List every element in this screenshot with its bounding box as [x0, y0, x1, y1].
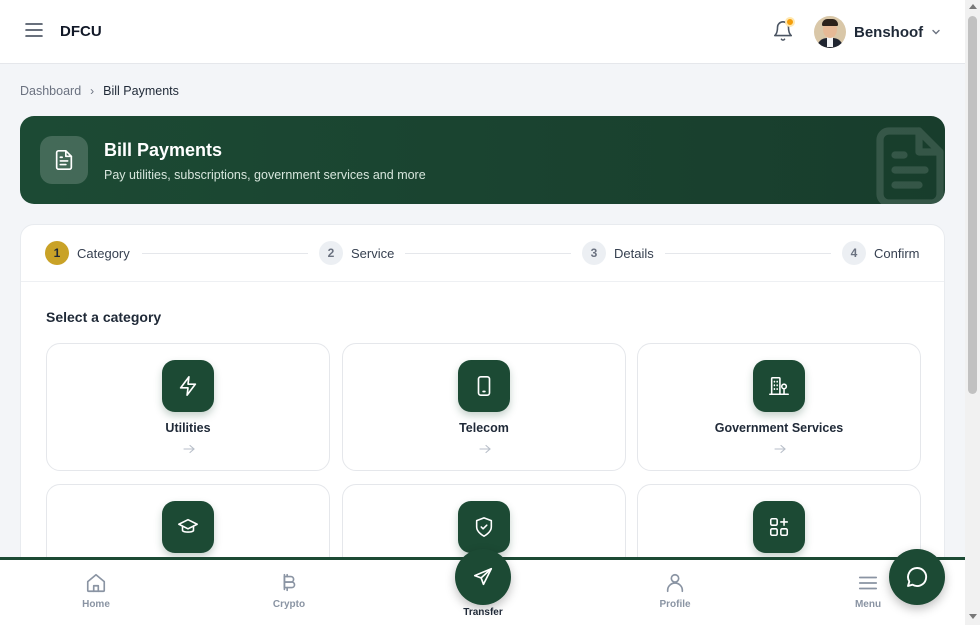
graduation-cap-icon [162, 501, 214, 553]
page-subtitle: Pay utilities, subscriptions, government… [104, 168, 426, 182]
top-bar: DFCU Benshoof [0, 0, 965, 64]
hero-banner: Bill Payments Pay utilities, subscriptio… [20, 116, 945, 204]
hamburger-icon[interactable] [24, 20, 44, 40]
step-label: Details [614, 245, 654, 261]
step-number: 4 [842, 241, 866, 265]
step-label: Category [77, 245, 130, 261]
shield-icon [458, 501, 510, 553]
category-government-services[interactable]: Government Services [637, 343, 921, 471]
breadcrumb: Dashboard › Bill Payments [20, 84, 179, 98]
nav-label: Menu [854, 599, 882, 610]
category-telecom[interactable]: Telecom [342, 343, 626, 471]
step-label: Confirm [874, 245, 920, 261]
apps-add-icon [753, 501, 805, 553]
step-number: 2 [319, 241, 343, 265]
bitcoin-icon [283, 573, 296, 592]
category-utilities[interactable]: Utilities [46, 343, 330, 471]
arrow-right-icon [479, 444, 491, 454]
step-number: 1 [45, 241, 69, 265]
category-label: Utilities [165, 421, 211, 435]
category-label: Telecom [459, 421, 509, 435]
document-icon [40, 136, 88, 184]
chevron-down-icon [932, 29, 940, 35]
nav-label[interactable]: Transfer [443, 607, 523, 618]
breadcrumb-current: Bill Payments [103, 84, 179, 98]
scrollbar[interactable] [965, 0, 980, 625]
page-title: Bill Payments [104, 140, 223, 160]
step-details[interactable]: 3 Details [582, 241, 654, 265]
document-watermark-icon [876, 127, 944, 204]
lightning-icon [162, 360, 214, 412]
user-menu[interactable]: Benshoof [814, 15, 941, 49]
step-confirm[interactable]: 4 Confirm [842, 241, 920, 265]
nav-label: Home [82, 599, 110, 610]
building-icon [753, 360, 805, 412]
user-name: Benshoof [854, 23, 924, 41]
nav-label: Crypto [272, 599, 306, 610]
nav-home[interactable]: Home [56, 572, 136, 610]
arrow-right-icon [183, 444, 195, 454]
step-connector [405, 253, 571, 254]
home-icon [86, 573, 106, 593]
breadcrumb-dashboard[interactable]: Dashboard [20, 84, 81, 98]
phone-icon [458, 360, 510, 412]
scroll-up-arrow[interactable] [969, 4, 977, 9]
category-label: Government Services [714, 421, 844, 435]
avatar [814, 16, 846, 48]
stepper: 1 Category 2 Service 3 Details 4 Confirm [21, 225, 944, 282]
step-number: 3 [582, 241, 606, 265]
arrow-right-icon [774, 444, 786, 454]
step-label: Service [351, 245, 395, 261]
send-icon [473, 567, 493, 586]
chat-button[interactable] [889, 549, 945, 605]
nav-crypto[interactable]: Crypto [249, 572, 329, 610]
notification-badge [785, 17, 795, 27]
chevron-right-icon: › [90, 84, 95, 98]
nav-profile[interactable]: Profile [635, 572, 715, 610]
transfer-button[interactable] [455, 549, 511, 605]
brand-name: DFCU [60, 23, 102, 40]
scroll-down-arrow[interactable] [969, 614, 977, 619]
step-connector [665, 253, 831, 254]
step-service[interactable]: 2 Service [319, 241, 394, 265]
user-icon [666, 573, 684, 593]
section-title: Select a category [46, 309, 162, 325]
chat-bubble-icon [907, 567, 928, 587]
nav-label: Profile [659, 599, 691, 610]
scroll-thumb[interactable] [968, 16, 977, 394]
menu-icon [858, 576, 878, 590]
step-connector [142, 253, 308, 254]
step-category[interactable]: 1 Category [45, 241, 130, 265]
